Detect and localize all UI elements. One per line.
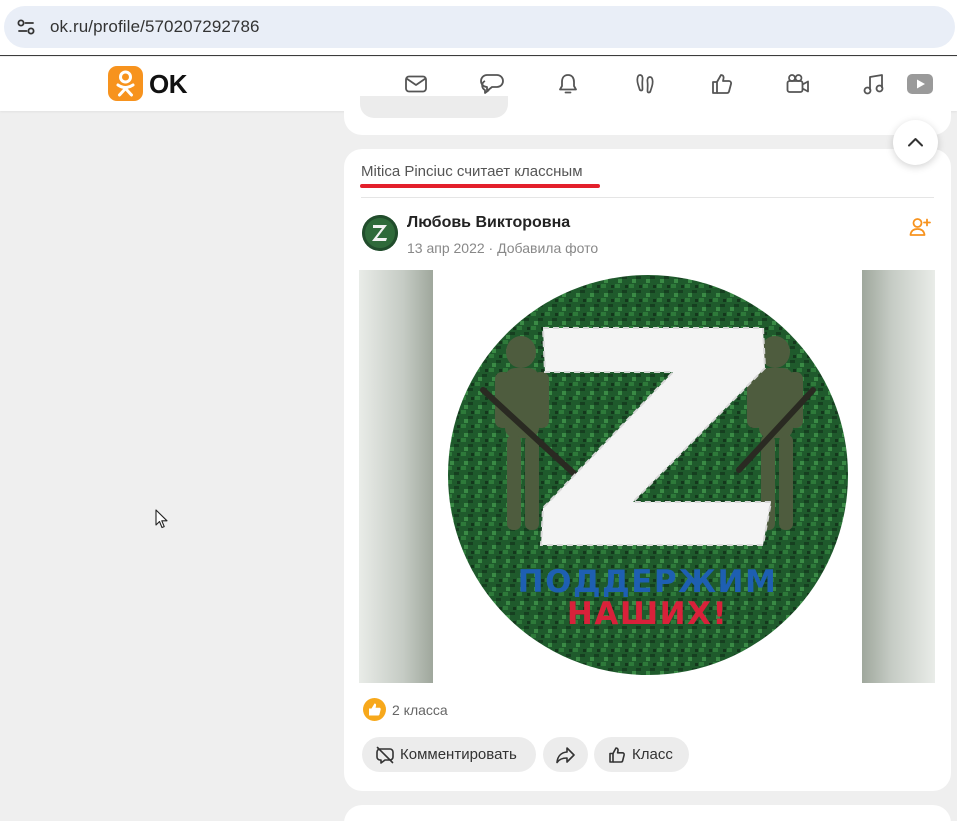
previous-post-card (344, 96, 951, 135)
like-badge-icon (363, 698, 386, 721)
browser-toolbar: ok.ru/profile/570207292786 (0, 0, 957, 56)
add-friend-icon[interactable] (908, 215, 932, 239)
likes-icon[interactable] (709, 71, 735, 97)
next-post-card (344, 805, 951, 821)
photo-image: ПОДДЕРЖИМ НАШИХ! (433, 270, 862, 683)
video-call-icon[interactable] (785, 71, 811, 97)
photo-blur-left (359, 270, 433, 683)
discussions-icon[interactable] (479, 71, 505, 97)
messages-icon[interactable] (403, 71, 429, 97)
site-info-icon[interactable] (16, 17, 36, 37)
chevron-up-icon (908, 138, 923, 147)
divider (361, 197, 934, 198)
mouse-cursor-icon (155, 509, 169, 529)
activity-header[interactable]: Mitica Pinciuc считает классным (361, 163, 583, 181)
video-icon[interactable] (906, 71, 934, 97)
feed-post-card: Mitica Pinciuc считает классным Любовь В… (344, 149, 951, 791)
author-name[interactable]: Любовь Викторовна (407, 213, 570, 233)
address-bar[interactable]: ok.ru/profile/570207292786 (4, 6, 955, 48)
photo-caption-line1: ПОДДЕРЖИМ (517, 564, 778, 600)
guests-icon[interactable] (632, 71, 658, 97)
comment-button[interactable]: Комментировать (362, 737, 536, 772)
like-label: Класс (632, 746, 673, 763)
like-button[interactable]: Класс (594, 737, 689, 772)
comment-label: Комментировать (400, 746, 517, 763)
author-avatar[interactable] (362, 215, 398, 251)
share-icon (556, 747, 575, 764)
post-photo[interactable]: ПОДДЕРЖИМ НАШИХ! (359, 270, 935, 683)
photo-caption-line2: НАШИХ! (566, 596, 729, 632)
comment-disabled-icon (376, 746, 394, 764)
notifications-icon[interactable] (555, 71, 581, 97)
previous-post-button[interactable] (360, 96, 508, 118)
scroll-to-top-button[interactable] (893, 120, 938, 165)
highlight-underline (360, 184, 600, 188)
meta-separator: · (488, 240, 494, 256)
photo-blur-right (862, 270, 935, 683)
post-meta: 13 апр 2022 · Добавила фото (407, 239, 598, 257)
url-text[interactable]: ok.ru/profile/570207292786 (50, 17, 260, 37)
share-button[interactable] (543, 737, 588, 772)
thumbs-up-icon (609, 747, 625, 763)
likes-count[interactable]: 2 класса (392, 701, 448, 719)
music-icon[interactable] (861, 71, 887, 97)
ok-logo-icon[interactable] (108, 66, 143, 101)
post-action-text: Добавила фото (497, 240, 599, 256)
brand-name[interactable]: OK (149, 70, 188, 98)
post-date[interactable]: 13 апр 2022 (407, 240, 485, 256)
